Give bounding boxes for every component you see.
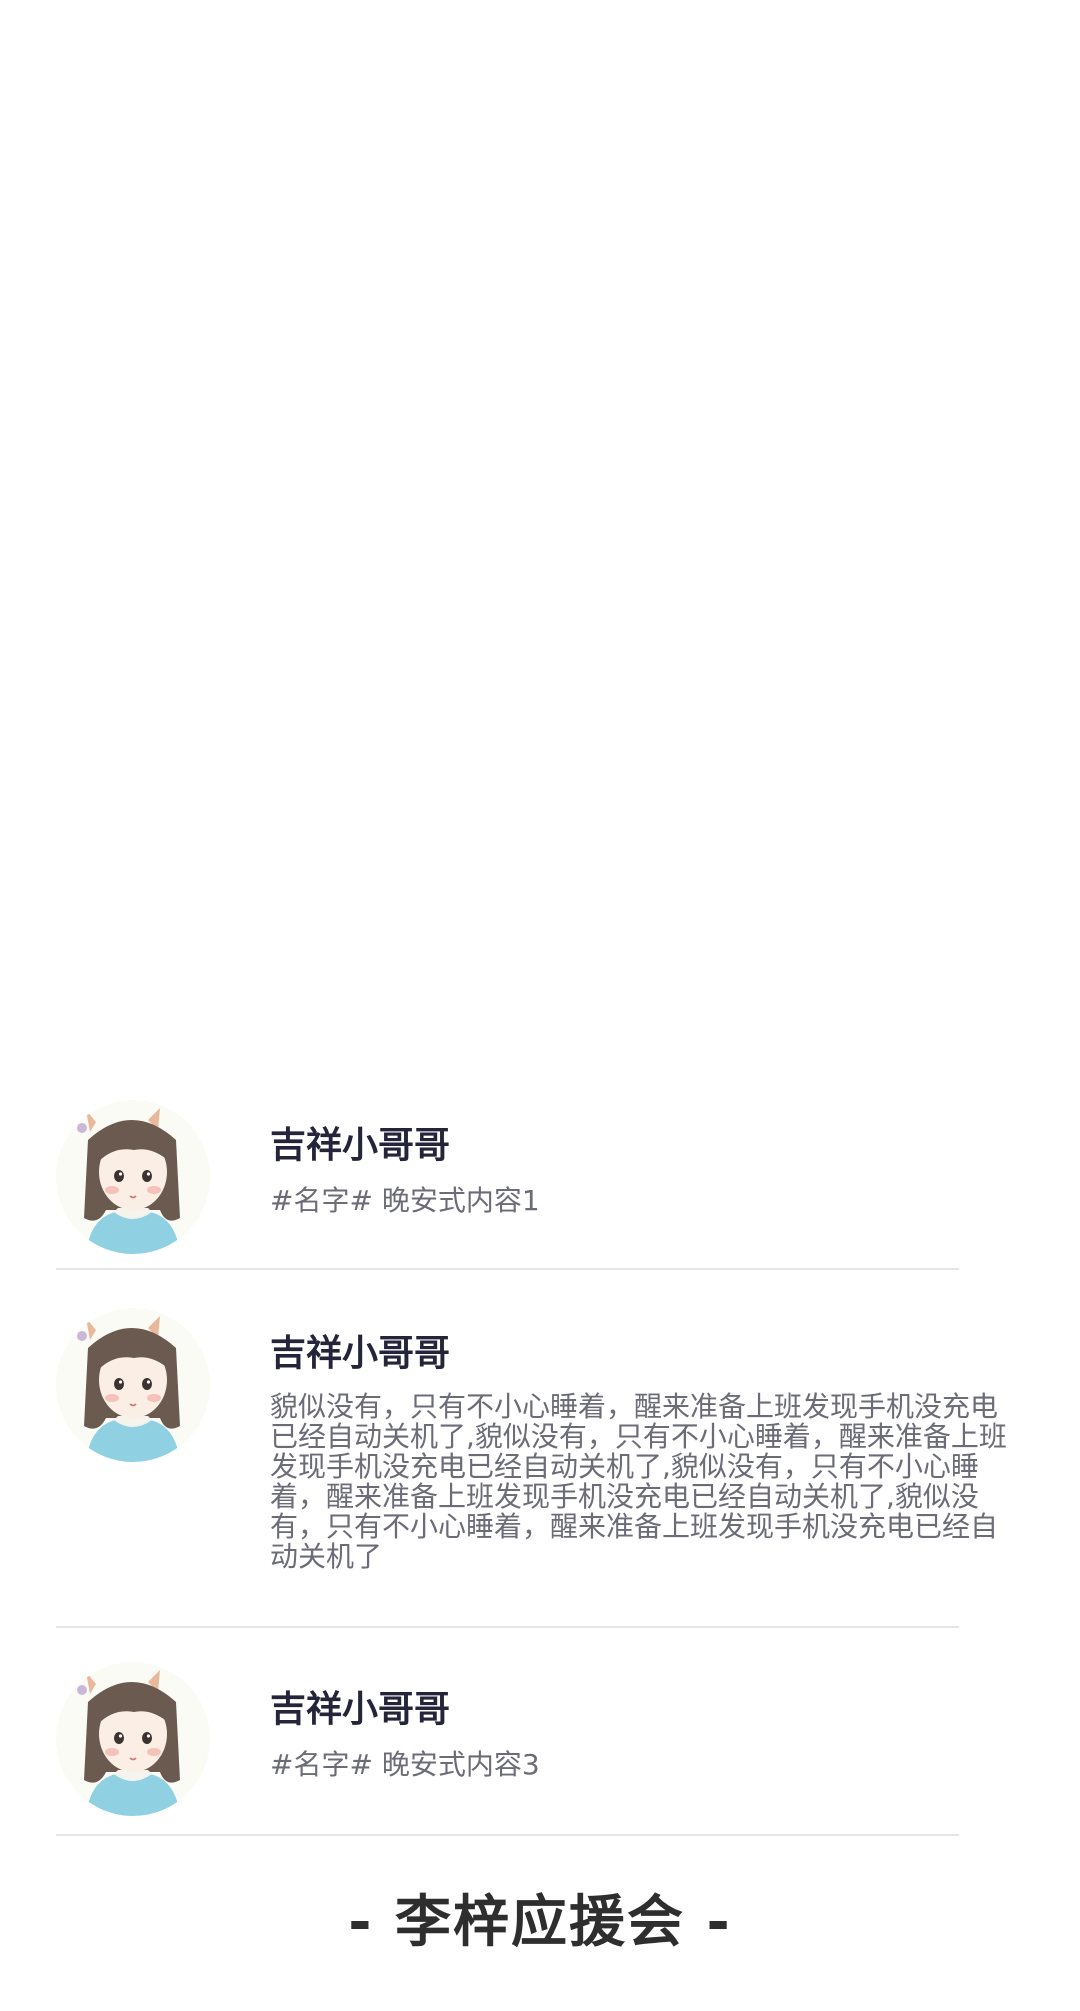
post-content: 貌似没有，只有不小心睡着，醒来准备上班发现手机没充电已经自动关机了,貌似没有，只…: [270, 1390, 1007, 1573]
author-name: 吉祥小哥哥: [270, 1125, 451, 1166]
author-name: 吉祥小哥哥: [270, 1689, 451, 1730]
divider: [56, 1834, 959, 1836]
author-name: 吉祥小哥哥: [270, 1333, 451, 1374]
list-item[interactable]: 吉祥小哥哥 #名字# 晚安式内容3: [0, 1628, 1080, 1838]
girl-avatar-icon[interactable]: [56, 1100, 210, 1254]
post-content: #名字# 晚安式内容3: [270, 1748, 540, 1781]
girl-avatar-icon[interactable]: [56, 1308, 210, 1462]
list-item[interactable]: 吉祥小哥哥 貌似没有，只有不小心睡着，醒来准备上班发现手机没充电已经自动关机了,…: [0, 1270, 1080, 1628]
post-content: #名字# 晚安式内容1: [270, 1184, 540, 1217]
empty-header-area: [0, 0, 1080, 1090]
fan-club-title: - 李梓应援会 -: [348, 1890, 732, 1955]
girl-avatar-icon[interactable]: [56, 1662, 210, 1816]
list-item[interactable]: 吉祥小哥哥 #名字# 晚安式内容1: [0, 1090, 1080, 1270]
